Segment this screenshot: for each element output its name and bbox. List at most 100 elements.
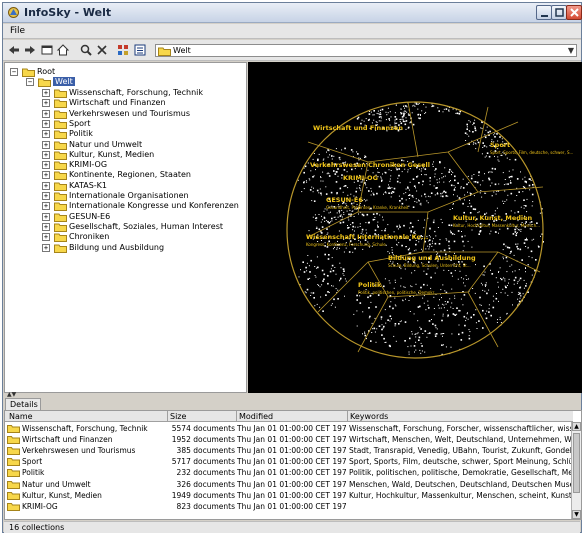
- document-dot: [468, 130, 470, 132]
- folder-icon: [54, 233, 67, 243]
- table-row[interactable]: Kultur, Kunst, Medien 1949 documents Thu J…: [5, 490, 573, 501]
- tree-node-label: Internationale Kongresse und Konferenzen: [69, 201, 239, 211]
- document-dot: [421, 345, 423, 347]
- tab-details[interactable]: Details: [5, 398, 41, 410]
- forward-button[interactable]: [23, 43, 37, 57]
- expand-icon[interactable]: +: [42, 171, 50, 180]
- table-row[interactable]: Natur und Umwelt 326 documents Thu Jan 01 …: [5, 479, 573, 490]
- window-button[interactable]: [40, 43, 54, 57]
- search-button[interactable]: [79, 43, 93, 57]
- document-dot: [407, 188, 409, 189]
- table-row[interactable]: Politik 232 documents Thu Jan 01 01:00:00 …: [5, 467, 573, 478]
- cluster-label[interactable]: GESUN-E6: [326, 196, 363, 204]
- document-dot: [529, 189, 531, 191]
- expand-icon[interactable]: +: [42, 181, 50, 190]
- scroll-down-icon[interactable]: ▼: [572, 510, 581, 519]
- document-dot: [359, 295, 361, 297]
- document-dot: [514, 200, 516, 202]
- document-dot: [400, 285, 402, 287]
- collapse-icon[interactable]: −: [10, 68, 18, 76]
- collection-tree[interactable]: − Root − Welt + Wissenschaft, Forschung, …: [4, 62, 247, 393]
- document-dot: [484, 173, 485, 175]
- cluster-label[interactable]: Wissenschaft Internationale Ko...: [306, 233, 428, 241]
- document-dot: [405, 128, 407, 130]
- expand-icon[interactable]: +: [42, 99, 50, 108]
- document-dot: [367, 119, 370, 121]
- column-name[interactable]: Name: [9, 412, 33, 421]
- path-field[interactable]: Welt ▼: [155, 44, 577, 57]
- home-button[interactable]: [56, 43, 70, 57]
- document-dot: [408, 198, 410, 199]
- expand-icon[interactable]: +: [42, 212, 50, 221]
- document-dot: [481, 196, 483, 198]
- splitter-arrows-icon[interactable]: ▲▼: [7, 391, 16, 398]
- cluster-label[interactable]: Politik: [358, 281, 382, 289]
- cell-name: Sport: [22, 457, 43, 467]
- document-dot: [449, 298, 451, 300]
- expand-icon[interactable]: +: [42, 150, 50, 159]
- expand-icon[interactable]: +: [42, 119, 50, 128]
- back-button[interactable]: [7, 43, 21, 57]
- tree-view-button[interactable]: [116, 43, 130, 57]
- expand-icon[interactable]: +: [42, 130, 50, 139]
- document-dot: [472, 124, 474, 126]
- galaxy-visualization[interactable]: Wirtschaft und Finanzen Sport Sport, Sport…: [248, 62, 582, 393]
- expand-icon[interactable]: +: [42, 202, 50, 211]
- document-dot: [517, 178, 519, 179]
- cluster-label[interactable]: Bildung und Ausbildung: [388, 254, 476, 262]
- close-button[interactable]: [566, 5, 582, 20]
- delete-button[interactable]: [95, 43, 109, 57]
- expand-icon[interactable]: +: [42, 243, 50, 252]
- splitter[interactable]: ▲▼: [3, 391, 581, 398]
- document-dot: [509, 253, 511, 254]
- document-dot: [308, 178, 310, 180]
- document-dot: [508, 170, 510, 172]
- document-dot: [385, 341, 387, 343]
- document-dot: [519, 229, 521, 231]
- tree-node-label: Sport: [69, 118, 91, 128]
- cluster-label[interactable]: Verkehrswesen Chroniken Gesell: [310, 161, 430, 169]
- column-modified[interactable]: Modified: [236, 411, 273, 422]
- vertical-scrollbar[interactable]: ▲ ▼: [571, 422, 581, 519]
- column-size[interactable]: Size: [167, 411, 186, 422]
- table-row[interactable]: Wirtschaft und Finanzen 1952 documents Thu…: [5, 434, 573, 445]
- expand-icon[interactable]: +: [42, 192, 50, 200]
- expand-icon[interactable]: +: [42, 109, 50, 118]
- document-dot: [398, 174, 400, 177]
- document-dot: [313, 175, 315, 177]
- chevron-down-icon[interactable]: ▼: [568, 46, 574, 55]
- cluster-label[interactable]: KRIMI-OG: [343, 174, 378, 182]
- table-row[interactable]: Verkehrswesen und Tourismus 385 documents…: [5, 445, 573, 456]
- cluster-label[interactable]: Kultur, Kunst, Medien: [453, 214, 533, 222]
- cluster-label[interactable]: Sport: [490, 141, 510, 149]
- details-view-button[interactable]: [133, 43, 147, 57]
- document-dot: [378, 325, 381, 327]
- scroll-up-icon[interactable]: ▲: [572, 422, 581, 431]
- expand-icon[interactable]: +: [42, 233, 50, 242]
- document-dot: [499, 136, 501, 138]
- scroll-thumb[interactable]: [573, 433, 580, 493]
- cluster-label[interactable]: Wirtschaft und Finanzen: [313, 124, 403, 132]
- expand-icon[interactable]: +: [42, 222, 50, 231]
- document-dot: [540, 235, 541, 237]
- expand-icon[interactable]: +: [42, 89, 50, 97]
- document-dot: [481, 153, 483, 155]
- document-dot: [384, 278, 386, 280]
- minimize-button[interactable]: [536, 5, 552, 20]
- document-dot: [528, 184, 531, 187]
- table-row[interactable]: KRIMI-OG 823 documents Thu Jan 01 01:00:00…: [5, 501, 573, 512]
- table-row[interactable]: Wissenschaft, Forschung, Technik 5574 doc…: [5, 423, 573, 434]
- document-dot: [331, 217, 333, 220]
- column-keywords[interactable]: Keywords: [347, 411, 388, 422]
- expand-icon[interactable]: +: [42, 161, 50, 170]
- document-dot: [474, 127, 476, 130]
- galaxy-canvas[interactable]: Wirtschaft und Finanzen SportSport, Sport…: [248, 62, 582, 393]
- document-dot: [435, 168, 437, 170]
- collapse-icon[interactable]: −: [26, 78, 34, 86]
- menu-file[interactable]: File: [10, 26, 25, 36]
- table-row[interactable]: Sport 5717 documents Thu Jan 01 01:00:00 C…: [5, 456, 573, 467]
- expand-icon[interactable]: +: [42, 140, 50, 149]
- maximize-button[interactable]: [551, 5, 567, 20]
- document-dot: [384, 171, 387, 174]
- document-dot: [340, 214, 342, 216]
